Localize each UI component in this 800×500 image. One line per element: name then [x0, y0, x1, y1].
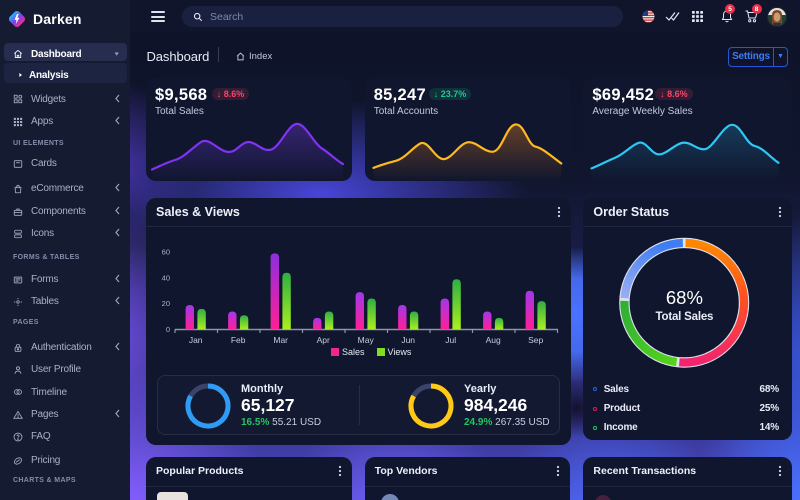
svg-text:Mar: Mar	[273, 335, 288, 345]
svg-text:Feb: Feb	[231, 335, 246, 345]
svg-text:40: 40	[162, 273, 170, 282]
svg-text:Aug: Aug	[486, 335, 501, 345]
svg-text:Jan: Jan	[189, 335, 203, 345]
svg-text:0: 0	[166, 325, 170, 334]
svg-text:Sep: Sep	[528, 335, 543, 345]
svg-text:May: May	[358, 335, 375, 345]
svg-text:20: 20	[162, 299, 170, 308]
svg-text:Jul: Jul	[445, 335, 456, 345]
svg-text:Apr: Apr	[317, 335, 330, 345]
svg-text:60: 60	[162, 248, 170, 257]
svg-text:Jun: Jun	[401, 335, 415, 345]
